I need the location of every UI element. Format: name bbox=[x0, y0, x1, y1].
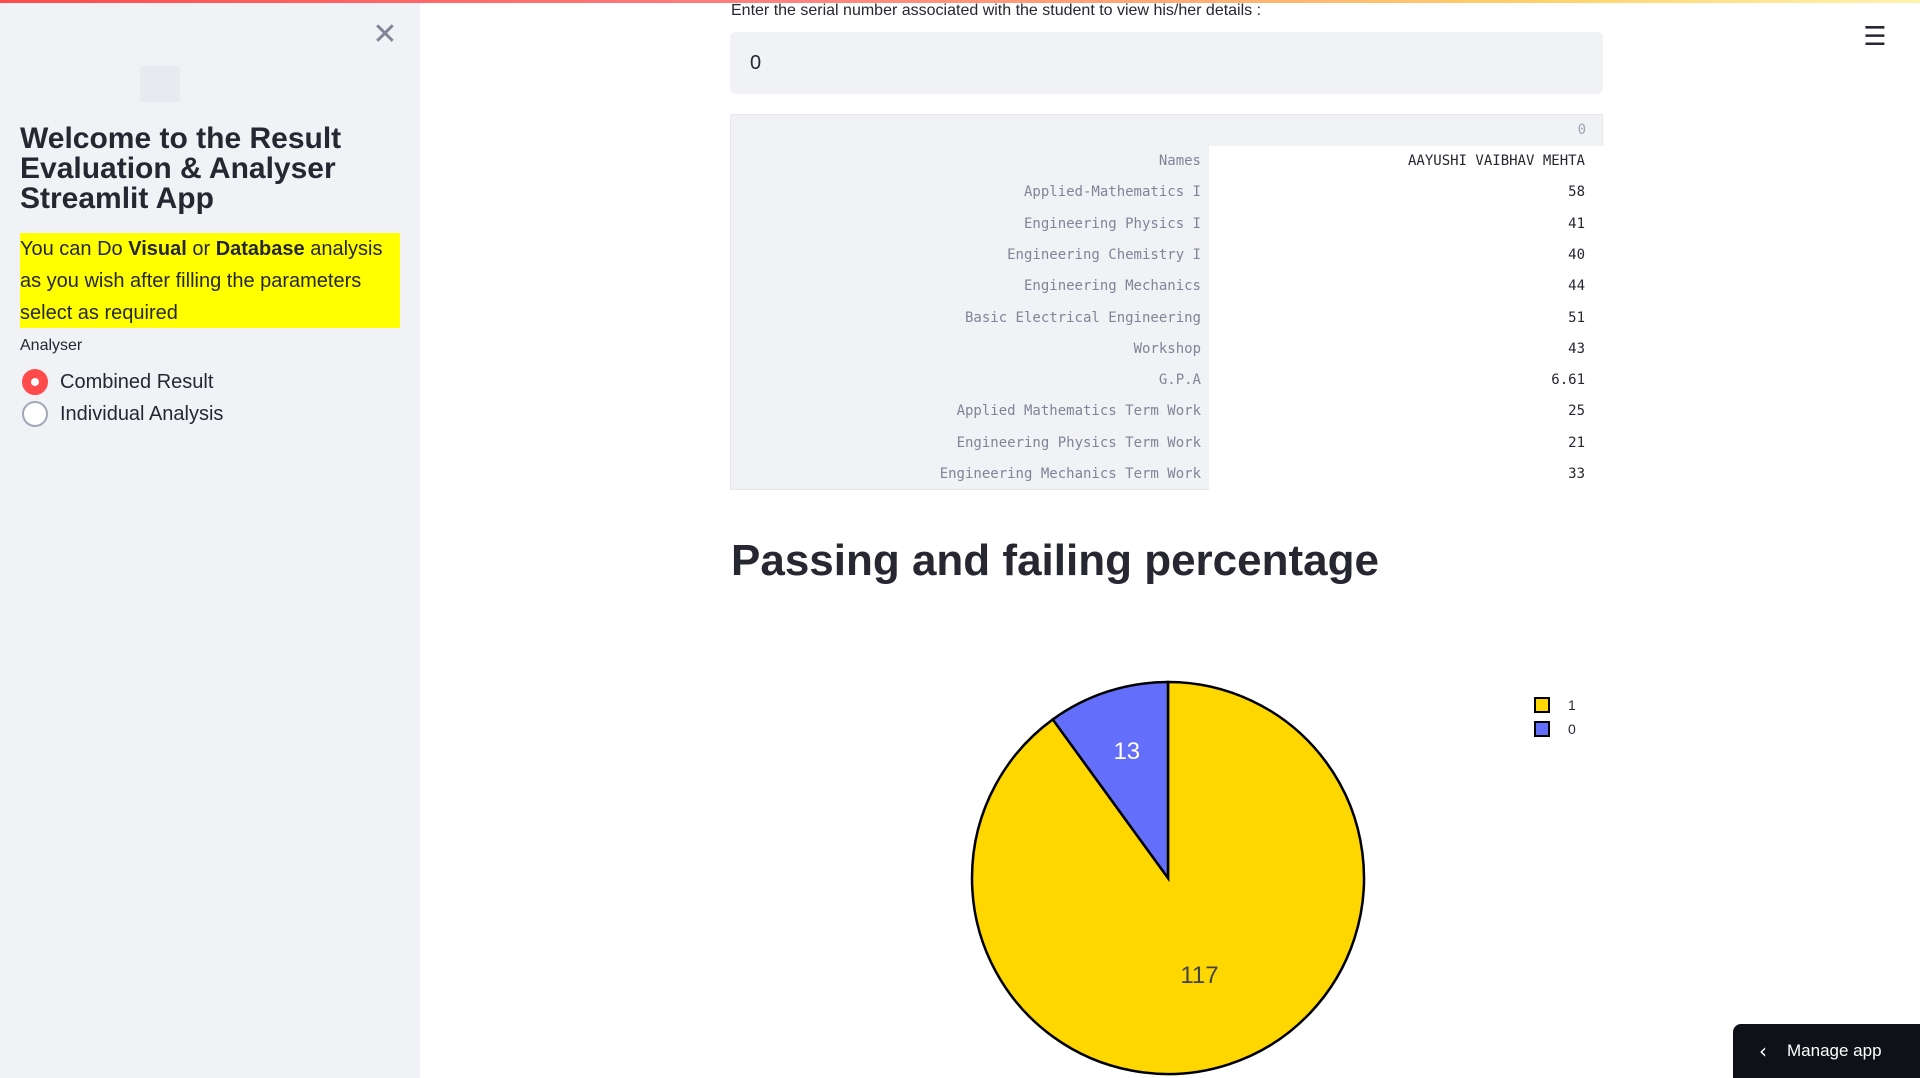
section-title: Passing and failing percentage bbox=[731, 536, 1379, 585]
chart-legend: 10 bbox=[1534, 693, 1576, 741]
legend-label: 1 bbox=[1568, 697, 1576, 713]
df-row-value: AAYUSHI VAIBHAV MEHTA bbox=[1407, 153, 1585, 169]
pie-slice-label: 13 bbox=[1113, 738, 1140, 765]
df-row-value: 21 bbox=[1568, 434, 1585, 451]
df-row-value: 40 bbox=[1568, 246, 1585, 263]
df-row-value: 58 bbox=[1568, 184, 1585, 201]
sidebar-image-placeholder bbox=[140, 66, 180, 102]
manage-app-button[interactable]: ‹ Manage app bbox=[1733, 1024, 1920, 1078]
df-value-column: AAYUSHI VAIBHAV MEHTA 58 41 40 44 51 43 6.61 25 2… bbox=[1209, 146, 1603, 490]
df-row-index: Engineering Physics I bbox=[1023, 215, 1201, 232]
info-highlight-box: You can Do Visual or Database analysis a… bbox=[20, 233, 400, 328]
legend-swatch bbox=[1534, 721, 1550, 737]
df-row-value: 51 bbox=[1568, 309, 1585, 326]
legend-label: 0 bbox=[1568, 721, 1576, 737]
analyser-radio-label: Analyser bbox=[20, 337, 83, 354]
chevron-left-icon: ‹ bbox=[1759, 1039, 1767, 1063]
df-row-index: Engineering Chemistry I bbox=[1007, 246, 1201, 263]
df-row-value: 33 bbox=[1568, 466, 1585, 482]
info-bold-visual: Visual bbox=[128, 238, 187, 260]
df-row-index: Applied-Mathematics I bbox=[1023, 184, 1201, 201]
sidebar-title: Welcome to the Result Evaluation & Analy… bbox=[20, 122, 342, 215]
legend-item[interactable]: 1 bbox=[1534, 693, 1576, 717]
close-icon: ✕ bbox=[372, 17, 398, 52]
radio-option-label: Combined Result bbox=[60, 370, 214, 393]
df-column-header: 0 bbox=[1577, 122, 1586, 138]
df-row-value: 6.61 bbox=[1551, 372, 1585, 389]
radio-unselected-icon bbox=[22, 401, 48, 427]
main-menu-button[interactable]: ☰ bbox=[1862, 24, 1888, 50]
df-row-value: 41 bbox=[1568, 215, 1585, 232]
hamburger-icon: ☰ bbox=[1863, 22, 1887, 52]
info-text-part2: or bbox=[186, 238, 216, 260]
df-row-index: Names bbox=[1158, 153, 1201, 169]
legend-item[interactable]: 0 bbox=[1534, 717, 1576, 741]
radio-combined-result[interactable]: Combined Result bbox=[22, 368, 213, 396]
df-row-index: Basic Electrical Engineering bbox=[964, 309, 1201, 326]
legend-swatch bbox=[1534, 697, 1550, 713]
radio-selected-icon bbox=[22, 369, 48, 395]
info-text-part1: You can Do bbox=[20, 238, 129, 260]
df-row-index: Applied Mathematics Term Work bbox=[956, 403, 1201, 420]
manage-app-label: Manage app bbox=[1787, 1041, 1882, 1060]
sidebar: ✕ Welcome to the Result Evaluation & Ana… bbox=[0, 0, 420, 1078]
close-sidebar-button[interactable]: ✕ bbox=[370, 20, 400, 50]
radio-individual-analysis[interactable]: Individual Analysis bbox=[22, 400, 223, 428]
serial-number-input[interactable] bbox=[730, 32, 1603, 94]
df-index-column: Names Applied-Mathematics I Engineering Ph… bbox=[731, 146, 1209, 490]
student-details-dataframe: 0 Names Applied-Mathematics I Engineering … bbox=[730, 114, 1603, 490]
df-row-value: 25 bbox=[1568, 403, 1585, 420]
df-row-index: Engineering Mechanics bbox=[1023, 278, 1201, 295]
info-bold-database: Database bbox=[215, 238, 305, 260]
serial-number-label: Enter the serial number associated with … bbox=[731, 2, 1262, 19]
df-row-index: Engineering Mechanics Term Work bbox=[939, 466, 1201, 482]
radio-option-label: Individual Analysis bbox=[60, 402, 224, 425]
df-row-index: G.P.A bbox=[1158, 372, 1201, 389]
df-row-value: 44 bbox=[1568, 278, 1585, 295]
df-row-index: Workshop bbox=[1133, 340, 1201, 357]
df-row-value: 43 bbox=[1568, 340, 1585, 357]
top-decoration-bar bbox=[0, 0, 1920, 3]
pass-fail-pie-chart: 117 13 bbox=[970, 680, 1366, 1076]
pie-slice-label: 117 bbox=[1180, 962, 1218, 989]
df-row-index: Engineering Physics Term Work bbox=[956, 434, 1201, 451]
